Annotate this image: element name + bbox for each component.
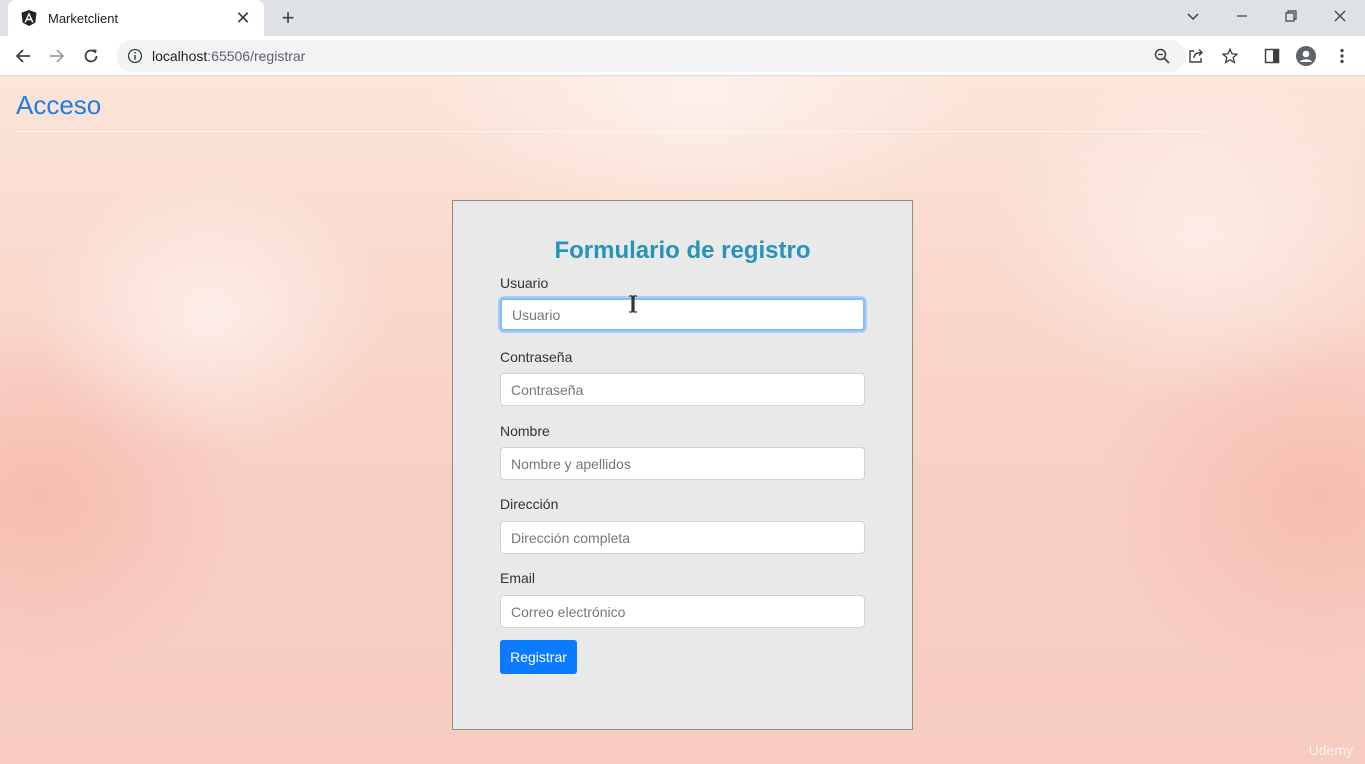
navbar-divider — [16, 131, 1206, 132]
angular-logo-icon — [20, 9, 38, 27]
address-bar[interactable]: localhost:65506/registrar — [116, 40, 1186, 72]
new-tab-button[interactable]: + — [276, 5, 300, 30]
form-title: Formulario de registro — [554, 237, 811, 264]
contrasena-input[interactable] — [500, 373, 865, 406]
nombre-input[interactable] — [500, 447, 865, 480]
email-input[interactable] — [500, 595, 865, 628]
minimize-icon[interactable] — [1219, 0, 1265, 32]
bookmark-star-icon[interactable] — [1216, 42, 1244, 70]
share-icon[interactable] — [1182, 42, 1210, 70]
text-cursor-icon — [628, 295, 638, 313]
back-arrow-icon[interactable] — [9, 42, 37, 70]
url-text: localhost:65506/registrar — [152, 48, 305, 64]
site-info-icon[interactable] — [126, 47, 144, 65]
usuario-label: Usuario — [500, 275, 549, 291]
tab-close-icon[interactable]: ✕ — [234, 9, 252, 27]
zoom-icon[interactable] — [1148, 42, 1176, 70]
browser-toolbar: localhost:65506/registrar — [0, 36, 1365, 76]
forward-arrow-icon[interactable] — [43, 42, 71, 70]
usuario-input[interactable] — [500, 298, 865, 331]
menu-kebab-icon[interactable] — [1328, 42, 1356, 70]
contrasena-label: Contraseña — [500, 349, 573, 365]
restore-icon[interactable] — [1268, 0, 1314, 32]
udemy-watermark: Udemy — [1308, 742, 1353, 758]
direccion-label: Dirección — [500, 496, 559, 512]
registrar-button[interactable]: Registrar — [500, 640, 577, 674]
side-panel-icon[interactable] — [1258, 42, 1286, 70]
direccion-input[interactable] — [500, 521, 865, 554]
email-label: Email — [500, 570, 536, 586]
tab-title: Marketclient — [48, 10, 119, 26]
page-viewport: Acceso Formulario de registro Usuario Co… — [0, 76, 1365, 764]
url-host: localhost — [152, 48, 208, 64]
browser-tab[interactable]: Marketclient ✕ — [8, 0, 264, 36]
url-path: :65506/registrar — [207, 48, 306, 64]
tab-search-chevron-icon[interactable] — [1170, 0, 1216, 32]
nombre-label: Nombre — [500, 423, 550, 439]
reload-icon[interactable] — [77, 42, 105, 70]
registration-card: Formulario de registro Usuario Contraseñ… — [452, 200, 913, 730]
browser-tab-strip: Marketclient ✕ + — [0, 0, 1365, 36]
profile-avatar-icon[interactable] — [1292, 42, 1320, 70]
close-window-icon[interactable] — [1317, 0, 1363, 32]
acceso-link[interactable]: Acceso — [16, 90, 101, 121]
